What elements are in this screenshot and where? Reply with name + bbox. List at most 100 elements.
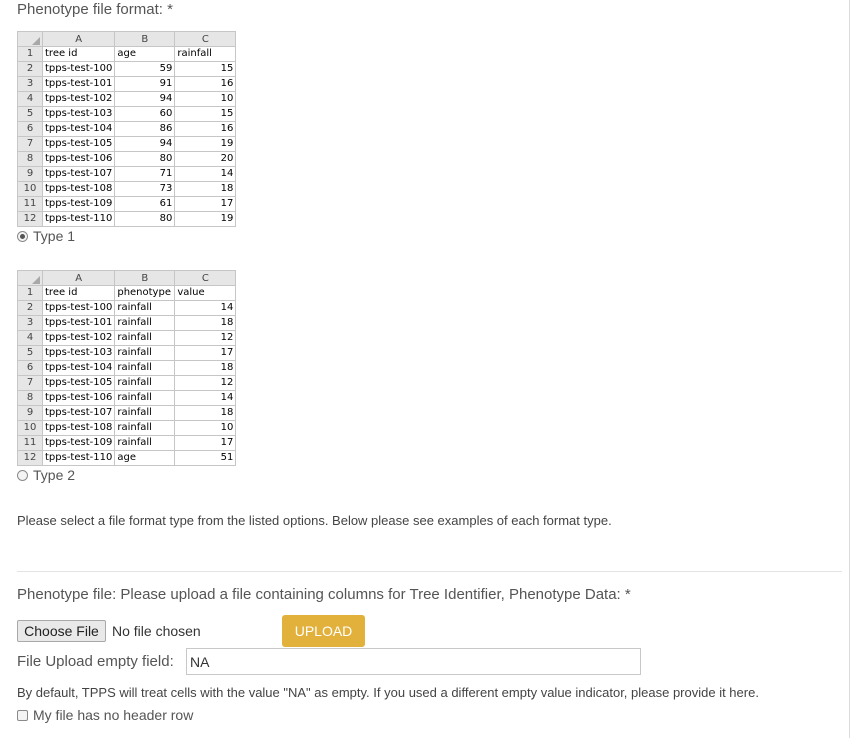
table-row: 4 tpps-test-102 rainfall 12: [17, 330, 237, 346]
table-row: 2 tpps-test-100 59 15: [17, 61, 237, 77]
table-row: 5 tpps-test-103 rainfall 17: [17, 345, 237, 361]
format-label: Phenotype file format: *: [17, 1, 173, 18]
table-cell: 14: [174, 166, 237, 182]
type2-option[interactable]: Type 2: [17, 467, 75, 483]
table-row: 6 tpps-test-104 rainfall 18: [17, 360, 237, 376]
table-cell: rainfall: [174, 46, 237, 62]
table-cell: value: [174, 285, 237, 301]
table-cell: tpps-test-110: [41, 450, 116, 466]
table-cell: 17: [174, 196, 237, 212]
row-number: 11: [17, 435, 43, 451]
table-row: 4 tpps-test-102 94 10: [17, 91, 237, 107]
table-row: 11 tpps-test-109 rainfall 17: [17, 435, 237, 451]
table-cell: 12: [174, 330, 237, 346]
table-row: 7 tpps-test-105 rainfall 12: [17, 375, 237, 391]
table-cell: tpps-test-104: [41, 121, 116, 137]
row-number: 2: [17, 61, 43, 77]
row-number: 9: [17, 405, 43, 421]
table-cell: tpps-test-103: [41, 345, 116, 361]
row-number: 3: [17, 315, 43, 331]
table-cell: tpps-test-103: [41, 106, 116, 122]
table-cell: tpps-test-102: [41, 330, 116, 346]
table-row: 11 tpps-test-109 61 17: [17, 196, 237, 212]
table-row: 10 tpps-test-108 rainfall 10: [17, 420, 237, 436]
table-cell: 86: [114, 121, 176, 137]
format-description: Please select a file format type from th…: [17, 513, 612, 528]
type1-option[interactable]: Type 1: [17, 228, 75, 244]
table-cell: 80: [114, 151, 176, 167]
row-number: 8: [17, 390, 43, 406]
upload-button[interactable]: UPLOAD: [282, 615, 365, 647]
type2-radio[interactable]: [17, 469, 28, 481]
table-cell: tpps-test-101: [41, 76, 116, 92]
row-number: 12: [17, 450, 43, 466]
row-number: 3: [17, 76, 43, 92]
table-cell: 51: [174, 450, 237, 466]
row-number: 5: [17, 106, 43, 122]
table-cell: 14: [174, 390, 237, 406]
table-row: 3 tpps-test-101 91 16: [17, 76, 237, 92]
table-cell: 60: [114, 106, 176, 122]
table-row: 9 tpps-test-107 71 14: [17, 166, 237, 182]
empty-field-input[interactable]: [186, 648, 641, 675]
table-row: 3 tpps-test-101 rainfall 18: [17, 315, 237, 331]
table-cell: tpps-test-105: [41, 136, 116, 152]
no-header-checkbox[interactable]: [17, 709, 28, 721]
table-cell: rainfall: [114, 435, 176, 451]
table-cell: tpps-test-108: [41, 420, 116, 436]
table-row: 1 tree id age rainfall: [17, 46, 237, 62]
table-row: 8 tpps-test-106 rainfall 14: [17, 390, 237, 406]
table-cell: 15: [174, 106, 237, 122]
table-cell: tpps-test-107: [41, 405, 116, 421]
table-cell: 17: [174, 435, 237, 451]
table-cell: 12: [174, 375, 237, 391]
row-number: 12: [17, 211, 43, 227]
table-cell: phenotype: [114, 285, 176, 301]
column-header: B: [114, 270, 176, 286]
row-number: 6: [17, 360, 43, 376]
no-header-option[interactable]: My file has no header row: [17, 707, 193, 723]
table-row: 12 tpps-test-110 age 51: [17, 450, 237, 466]
table-row: 12 tpps-test-110 80 19: [17, 211, 237, 227]
table-cell: tpps-test-101: [41, 315, 116, 331]
row-number: 4: [17, 91, 43, 107]
no-file-chosen-text: No file chosen: [112, 623, 201, 639]
example-sheet-type1: A B C 1 tree id age rainfall 2 tpps-test-100 5…: [17, 31, 237, 227]
row-number: 7: [17, 136, 43, 152]
no-header-label: My file has no header row: [33, 707, 194, 723]
table-cell: age: [114, 46, 176, 62]
table-cell: 20: [174, 151, 237, 167]
row-number: 11: [17, 196, 43, 212]
table-cell: 18: [174, 181, 237, 197]
type1-radio[interactable]: [17, 230, 28, 242]
table-cell: tpps-test-106: [41, 151, 116, 167]
table-cell: rainfall: [114, 330, 176, 346]
column-header: A: [41, 31, 116, 47]
table-cell: tree id: [41, 46, 116, 62]
table-cell: rainfall: [114, 420, 176, 436]
table-cell: tpps-test-108: [41, 181, 116, 197]
column-header: B: [114, 31, 176, 47]
table-cell: 17: [174, 345, 237, 361]
table-cell: 61: [114, 196, 176, 212]
table-row: 10 tpps-test-108 73 18: [17, 181, 237, 197]
column-header: C: [174, 31, 237, 47]
table-row: 8 tpps-test-106 80 20: [17, 151, 237, 167]
row-number: 10: [17, 181, 43, 197]
table-row: 7 tpps-test-105 94 19: [17, 136, 237, 152]
table-cell: rainfall: [114, 315, 176, 331]
empty-field-label: File Upload empty field:: [17, 653, 174, 670]
table-row: 1 tree id phenotype value: [17, 285, 237, 301]
section-divider: [17, 571, 842, 572]
row-number: 1: [17, 285, 43, 301]
table-cell: rainfall: [114, 345, 176, 361]
table-cell: tpps-test-104: [41, 360, 116, 376]
row-number: 7: [17, 375, 43, 391]
choose-file-button[interactable]: Choose File: [17, 620, 106, 642]
table-cell: 10: [174, 420, 237, 436]
type2-label: Type 2: [33, 467, 76, 483]
table-cell: tpps-test-102: [41, 91, 116, 107]
table-row: 9 tpps-test-107 rainfall 18: [17, 405, 237, 421]
table-cell: 16: [174, 121, 237, 137]
table-cell: age: [114, 450, 176, 466]
